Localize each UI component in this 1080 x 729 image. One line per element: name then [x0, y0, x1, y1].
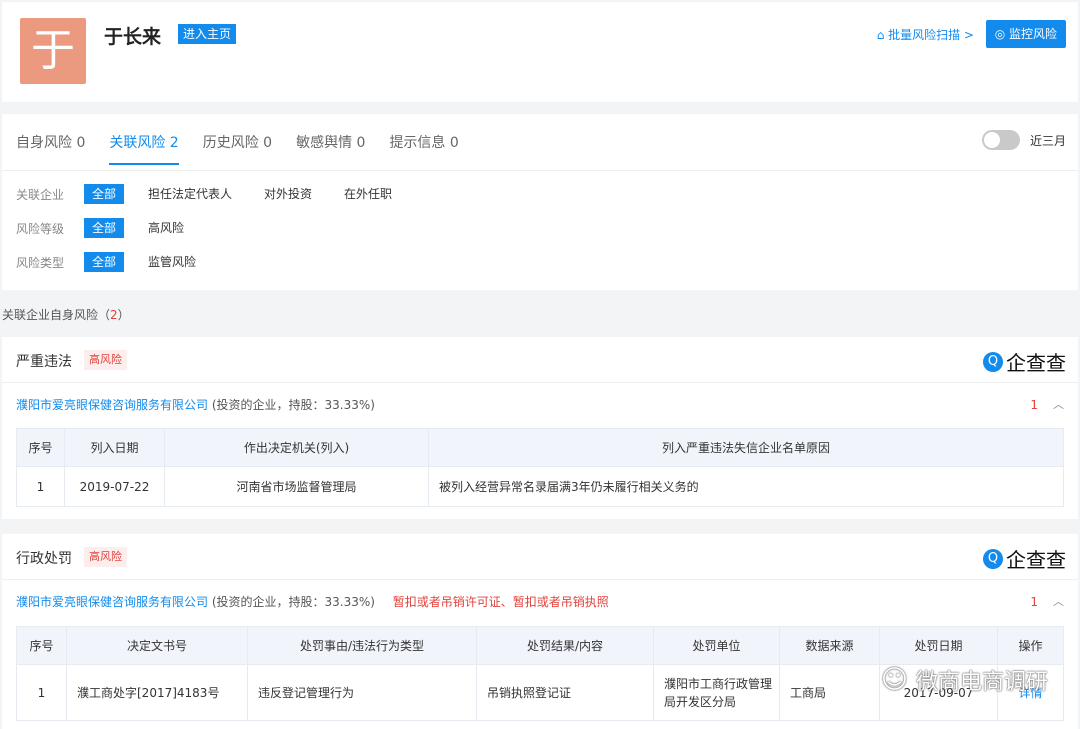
filter-risk-level: 风险等级 全部 高风险	[16, 218, 208, 238]
filter-option-high-risk[interactable]: 高风险	[140, 218, 192, 238]
risk-badge: 高风险	[84, 350, 127, 370]
filter-label: 风险等级	[16, 221, 65, 236]
filter-risk-type: 风险类型 全部 监管风险	[16, 252, 220, 272]
chevron-up-icon[interactable]: ︿	[1053, 383, 1064, 427]
qichacha-logo: Q 企查查	[983, 544, 1066, 573]
company-link[interactable]: 濮阳市爱亮眼保健咨询服务有限公司	[16, 398, 208, 412]
company-row: 濮阳市爱亮眼保健咨询服务有限公司 (投资的企业，持股：33.33%) 1 ︿	[16, 383, 1064, 427]
avatar: 于	[20, 18, 86, 84]
filter-option-legal-rep[interactable]: 担任法定代表人	[140, 184, 240, 204]
filter-option-all[interactable]: 全部	[84, 218, 125, 238]
filter-option-position[interactable]: 在外任职	[336, 184, 400, 204]
company-link[interactable]: 濮阳市爱亮眼保健咨询服务有限公司	[16, 595, 208, 609]
serious-violation-block: 严重违法 高风险 Q 企查查 濮阳市爱亮眼保健咨询服务有限公司 (投资的企业，持股…	[2, 337, 1078, 519]
table-row: 1 2019-07-22 河南省市场监督管理局 被列入经营异常名录届满3年仍未履…	[16, 466, 1064, 507]
cell-reason: 被列入经营异常名录届满3年仍未履行相关义务的	[428, 466, 1064, 507]
toggle-label: 近三月	[1029, 134, 1066, 148]
block-header: 严重违法 高风险 Q 企查查	[2, 337, 1078, 383]
tab-related-risk[interactable]: 关联风险 2	[109, 132, 180, 165]
cell-index: 1	[16, 466, 65, 507]
filter-related-company: 关联企业 全部 担任法定代表人 对外投资 在外任职	[16, 184, 416, 204]
column-header: 列入日期	[64, 428, 165, 467]
company-meta: (投资的企业，持股：33.33%)	[211, 595, 375, 609]
tab-history-risk[interactable]: 历史风险 0	[203, 132, 272, 152]
column-header: 序号	[16, 626, 67, 665]
logo-text: 企查查	[1006, 351, 1066, 375]
profile-header: 于 于长来 进入主页 ⌂ 批量风险扫描 > ◎ 监控风险	[2, 2, 1078, 102]
column-header: 作出决定机关(列入)	[164, 428, 429, 467]
penalty-summary: 暂扣或者吊销许可证、暂扣或者吊销执照	[392, 595, 609, 609]
column-header: 序号	[16, 428, 65, 467]
qichacha-logo-icon: Q	[983, 548, 1003, 569]
filter-option-investment[interactable]: 对外投资	[256, 184, 320, 204]
column-header: 数据来源	[779, 626, 880, 665]
wechat-icon: ☺	[880, 665, 908, 695]
filter-option-all[interactable]: 全部	[84, 252, 125, 272]
column-header: 列入严重违法失信企业名单原因	[428, 428, 1064, 467]
watermark-text: 微商电商调研	[915, 670, 1048, 695]
column-header: 处罚事由/违法行为类型	[247, 626, 477, 665]
column-header: 处罚单位	[653, 626, 780, 665]
batch-risk-scan-link[interactable]: ⌂ 批量风险扫描 >	[877, 26, 974, 43]
filter-label: 风险类型	[16, 255, 65, 270]
filter-option-regulatory[interactable]: 监管风险	[140, 252, 204, 272]
monitor-risk-button[interactable]: ◎ 监控风险	[985, 20, 1066, 48]
record-count: 1	[1030, 595, 1038, 609]
cell-date: 2019-07-22	[64, 466, 165, 507]
tab-hint-info[interactable]: 提示信息 0	[389, 132, 458, 152]
filter-option-all[interactable]: 全部	[84, 184, 125, 204]
cell-index: 1	[16, 664, 67, 721]
block-header: 行政处罚 高风险 Q 企查查	[2, 534, 1078, 580]
enter-home-button[interactable]: 进入主页	[178, 24, 237, 44]
block-title: 严重违法	[16, 354, 72, 370]
logo-text: 企查查	[1006, 548, 1066, 572]
cell-reason: 违反登记管理行为	[247, 664, 477, 721]
record-count: 1	[1030, 398, 1038, 412]
tabs-divider	[2, 170, 1078, 171]
chevron-up-icon[interactable]: ︿	[1053, 580, 1064, 624]
column-header: 操作	[997, 626, 1064, 665]
cell-authority: 河南省市场监督管理局	[164, 466, 429, 507]
tab-own-risk[interactable]: 自身风险 0	[16, 132, 85, 152]
person-name: 于长来	[104, 26, 162, 48]
watermark: ☺ 微商电商调研	[881, 664, 1048, 696]
cell-result: 吊销执照登记证	[476, 664, 654, 721]
qichacha-logo-icon: Q	[983, 351, 1003, 372]
admin-penalty-block: 行政处罚 高风险 Q 企查查 濮阳市爱亮眼保健咨询服务有限公司 (投资的企业，持股…	[2, 534, 1078, 729]
column-header: 处罚结果/内容	[476, 626, 654, 665]
serious-violation-table: 序号 列入日期 作出决定机关(列入) 列入严重违法失信企业名单原因 1 2019…	[16, 428, 1064, 507]
section-title: 关联企业自身风险（2）	[2, 306, 130, 323]
risk-tabs-panel: 自身风险 0 关联风险 2 历史风险 0 敏感舆情 0 提示信息 0 近三月 关…	[2, 114, 1078, 290]
risk-badge: 高风险	[84, 547, 127, 567]
filter-label: 关联企业	[16, 187, 65, 202]
column-header: 决定文书号	[66, 626, 248, 665]
company-row: 濮阳市爱亮眼保健咨询服务有限公司 (投资的企业，持股：33.33%) 暂扣或者吊…	[16, 580, 1064, 624]
column-header: 处罚日期	[879, 626, 998, 665]
company-meta: (投资的企业，持股：33.33%)	[211, 398, 375, 412]
cell-authority: 濮阳市工商行政管理局开发区分局	[653, 664, 780, 721]
section-title-suffix: ）	[117, 308, 130, 322]
risk-tabs: 自身风险 0 关联风险 2 历史风险 0 敏感舆情 0 提示信息 0	[16, 132, 459, 165]
cell-source: 工商局	[779, 664, 880, 721]
recent-three-months-toggle[interactable]	[982, 130, 1020, 150]
cell-document-number: 濮工商处字[2017]4183号	[66, 664, 248, 721]
qichacha-logo: Q 企查查	[983, 347, 1066, 376]
tab-sensitive-news[interactable]: 敏感舆情 0	[296, 132, 365, 152]
block-title: 行政处罚	[16, 551, 72, 567]
section-title-prefix: 关联企业自身风险（	[2, 308, 111, 322]
section-count: 2	[110, 308, 118, 322]
